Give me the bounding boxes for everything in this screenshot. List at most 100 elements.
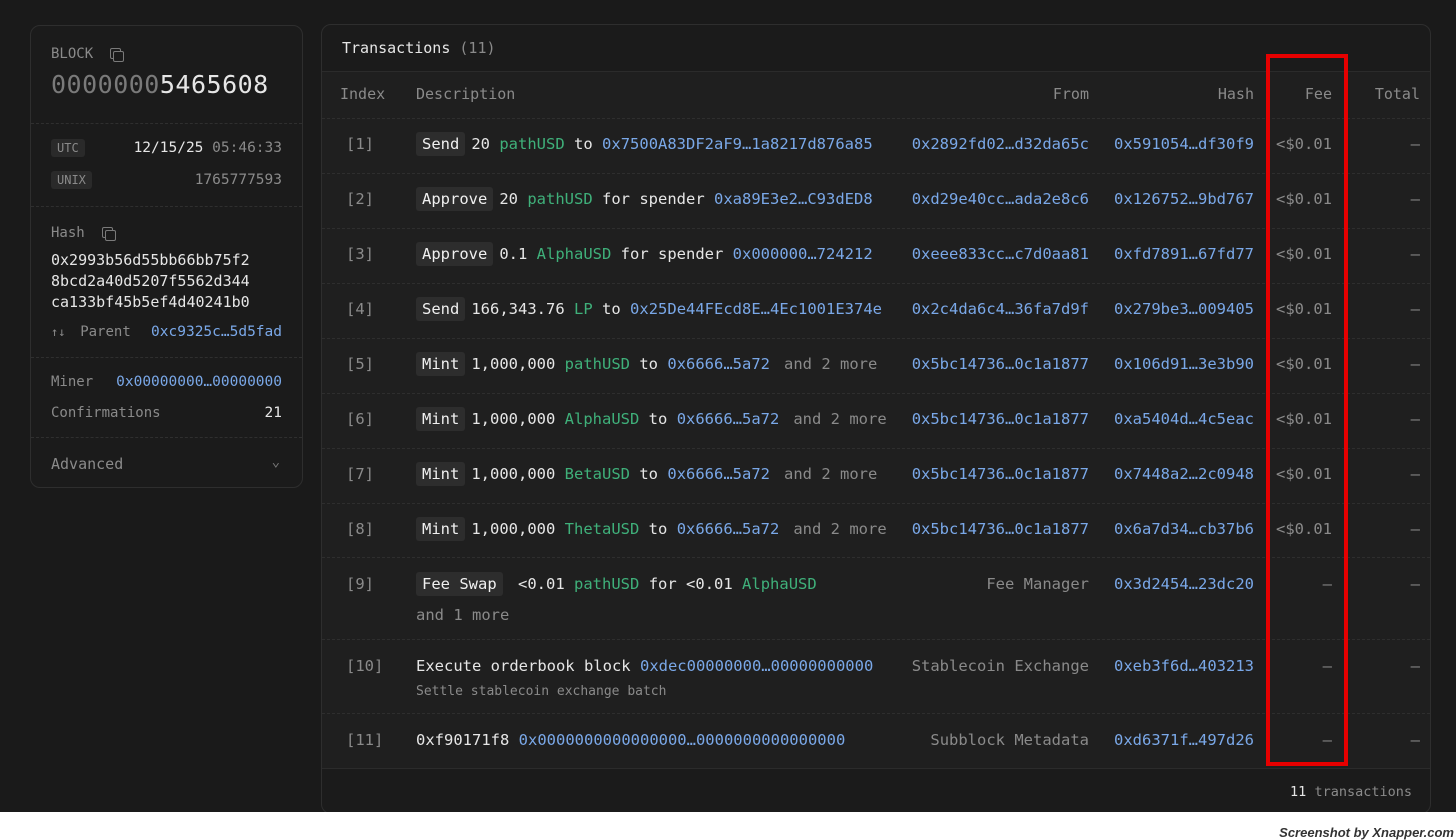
token-link[interactable]: pathUSD xyxy=(565,355,630,373)
action-badge: Approve xyxy=(416,242,494,266)
token-link[interactable]: BetaUSD xyxy=(565,465,630,483)
total-value: — xyxy=(1410,731,1420,749)
total-value: — xyxy=(1410,657,1420,675)
from-link[interactable]: 0xd29e40cc…ada2e8c6 xyxy=(912,190,1089,208)
token-link[interactable]: pathUSD xyxy=(574,575,639,593)
row-subtitle: Settle stablecoin exchange batch xyxy=(416,684,667,699)
address-link[interactable]: 0x25De44FEcd8E…4Ec1001E374e xyxy=(630,300,882,318)
table-row[interactable]: [6] Mint 1,000,000 AlphaUSD to 0x6666…5a72… xyxy=(322,393,1430,449)
from-link[interactable]: 0x5bc14736…0c1a1877 xyxy=(912,410,1089,428)
copy-icon[interactable] xyxy=(110,48,125,62)
col-header-hash: Hash xyxy=(1217,85,1254,103)
tx-hash-link[interactable]: 0x106d91…3e3b90 xyxy=(1114,355,1254,373)
tx-hash-link[interactable]: 0xfd7891…67fd77 xyxy=(1114,245,1254,263)
table-row[interactable]: [7] Mint 1,000,000 BetaUSD to 0x6666…5a72 a… xyxy=(322,448,1430,504)
address-link[interactable]: 0x6666…5a72 xyxy=(677,410,780,428)
address-link[interactable]: 0x000000…724212 xyxy=(733,245,873,263)
advanced-toggle[interactable]: Advanced xyxy=(51,455,123,473)
address-link[interactable]: 0x7500A83DF2aF9…1a8217d876a85 xyxy=(602,135,873,153)
token-link[interactable]: AlphaUSD xyxy=(565,410,640,428)
token-link[interactable]: LP xyxy=(574,300,593,318)
tx-hash-link[interactable]: 0x3d2454…23dc20 xyxy=(1114,575,1254,593)
from-link[interactable]: 0x2892fd02…d32da65c xyxy=(912,135,1089,153)
block-label: BLOCK xyxy=(51,46,94,62)
action-badge: Send xyxy=(416,297,466,321)
divider xyxy=(31,357,302,358)
sort-icon: ↑↓ xyxy=(51,325,66,339)
copy-icon[interactable] xyxy=(101,227,116,241)
address-link[interactable]: 0x6666…5a72 xyxy=(667,355,770,373)
row-index: [3] xyxy=(346,245,374,263)
table-row[interactable]: [1] Send 20 pathUSD to 0x7500A83DF2aF9…1a8… xyxy=(322,118,1430,174)
tx-hash-link[interactable]: 0xeb3f6d…403213 xyxy=(1114,657,1254,675)
table-row[interactable]: [8] Mint 1,000,000 ThetaUSD to 0x6666…5a72… xyxy=(322,503,1430,559)
chevron-down-icon[interactable]: ⌄ xyxy=(272,454,280,470)
token-link[interactable]: pathUSD xyxy=(527,190,592,208)
more-link[interactable]: and 1 more xyxy=(416,606,509,624)
row-index: [6] xyxy=(346,410,374,428)
col-header-total: Total xyxy=(1374,85,1420,103)
row-description: Fee Swap <0.01 pathUSD for <0.01 AlphaUS… xyxy=(416,572,817,596)
table-row[interactable]: [9] Fee Swap <0.01 pathUSD for <0.01 Alp… xyxy=(322,557,1430,640)
from-link[interactable]: 0x5bc14736…0c1a1877 xyxy=(912,355,1089,373)
unix-tag: UNIX xyxy=(51,170,92,189)
from-link[interactable]: 0xeee833cc…c7d0aa81 xyxy=(912,245,1089,263)
col-header-from: From xyxy=(1052,85,1089,103)
miner-link[interactable]: 0x00000000…00000000 xyxy=(116,374,282,390)
table-row[interactable]: [10] Execute orderbook block 0xdec000000… xyxy=(322,639,1430,714)
confirmations-label: Confirmations xyxy=(51,405,161,421)
total-value: — xyxy=(1410,575,1420,593)
from-link[interactable]: 0x5bc14736…0c1a1877 xyxy=(912,520,1089,538)
row-index: [2] xyxy=(346,190,374,208)
more-link[interactable]: and 2 more xyxy=(793,520,886,538)
block-number: 00000005465608 xyxy=(51,70,269,99)
tx-hash-link[interactable]: 0x126752…9bd767 xyxy=(1114,190,1254,208)
total-value: — xyxy=(1410,410,1420,428)
address-link[interactable]: 0x6666…5a72 xyxy=(677,520,780,538)
row-description: Mint 1,000,000 AlphaUSD to 0x6666…5a72 and… xyxy=(416,407,887,431)
total-value: — xyxy=(1410,300,1420,318)
parent-row: ↑↓ Parent xyxy=(51,324,131,340)
divider xyxy=(31,206,302,207)
table-row[interactable]: [2] Approve 20 pathUSD for spender 0xa89E3… xyxy=(322,173,1430,229)
action-badge: Mint xyxy=(416,517,466,541)
address-link[interactable]: 0x6666…5a72 xyxy=(667,465,770,483)
action-badge: Mint xyxy=(416,462,466,486)
address-link[interactable]: 0xdec00000000…00000000000 xyxy=(640,657,873,675)
row-index: [1] xyxy=(346,135,374,153)
more-link[interactable]: and 2 more xyxy=(793,410,886,428)
token-link[interactable]: AlphaUSD xyxy=(742,575,817,593)
address-link[interactable]: 0x0000000000000000…0000000000000000 xyxy=(519,731,846,749)
watermark: Screenshot by Xnapper.com xyxy=(1279,825,1454,840)
address-link[interactable]: 0xa89E3e2…C93dED8 xyxy=(714,190,873,208)
row-description: Send 166,343.76 LP to 0x25De44FEcd8E…4Ec1… xyxy=(416,297,882,321)
total-value: — xyxy=(1410,135,1420,153)
miner-label: Miner xyxy=(51,374,94,390)
transactions-title: Transactions (11) xyxy=(342,39,496,57)
table-row[interactable]: [11] 0xf90171f8 0x0000000000000000…00000… xyxy=(322,713,1430,768)
table-row[interactable]: [4] Send 166,343.76 LP to 0x25De44FEcd8E…4… xyxy=(322,283,1430,339)
action-badge: Mint xyxy=(416,352,466,376)
tx-hash-link[interactable]: 0xd6371f…497d26 xyxy=(1114,731,1254,749)
from-link[interactable]: 0x2c4da6c4…36fa7d9f xyxy=(912,300,1089,318)
tx-hash-link[interactable]: 0x591054…df30f9 xyxy=(1114,135,1254,153)
parent-link[interactable]: 0xc9325c…5d5fad xyxy=(151,324,282,340)
token-link[interactable]: pathUSD xyxy=(499,135,564,153)
from-link[interactable]: 0x5bc14736…0c1a1877 xyxy=(912,465,1089,483)
tx-hash-link[interactable]: 0x279be3…009405 xyxy=(1114,300,1254,318)
block-hash[interactable]: 0x2993b56d55bb66bb75f2 8bcd2a40d5207f556… xyxy=(51,250,250,313)
row-description: Mint 1,000,000 BetaUSD to 0x6666…5a72 and … xyxy=(416,462,877,486)
token-link[interactable]: AlphaUSD xyxy=(537,245,612,263)
tx-hash-link[interactable]: 0x7448a2…2c0948 xyxy=(1114,465,1254,483)
col-header-index: Index xyxy=(340,85,386,103)
token-link[interactable]: ThetaUSD xyxy=(565,520,640,538)
more-link[interactable]: and 2 more xyxy=(784,465,877,483)
row-description: Approve 0.1 AlphaUSD for spender 0x000000… xyxy=(416,242,873,266)
table-row[interactable]: [5] Mint 1,000,000 pathUSD to 0x6666…5a72 a… xyxy=(322,338,1430,394)
more-link[interactable]: and 2 more xyxy=(784,355,877,373)
table-row[interactable]: [3] Approve 0.1 AlphaUSD for spender 0x000… xyxy=(322,228,1430,284)
tx-hash-link[interactable]: 0xa5404d…4c5eac xyxy=(1114,410,1254,428)
tx-hash-link[interactable]: 0x6a7d34…cb37b6 xyxy=(1114,520,1254,538)
row-index: [5] xyxy=(346,355,374,373)
transactions-panel: Transactions (11) Index Description From… xyxy=(321,24,1431,814)
